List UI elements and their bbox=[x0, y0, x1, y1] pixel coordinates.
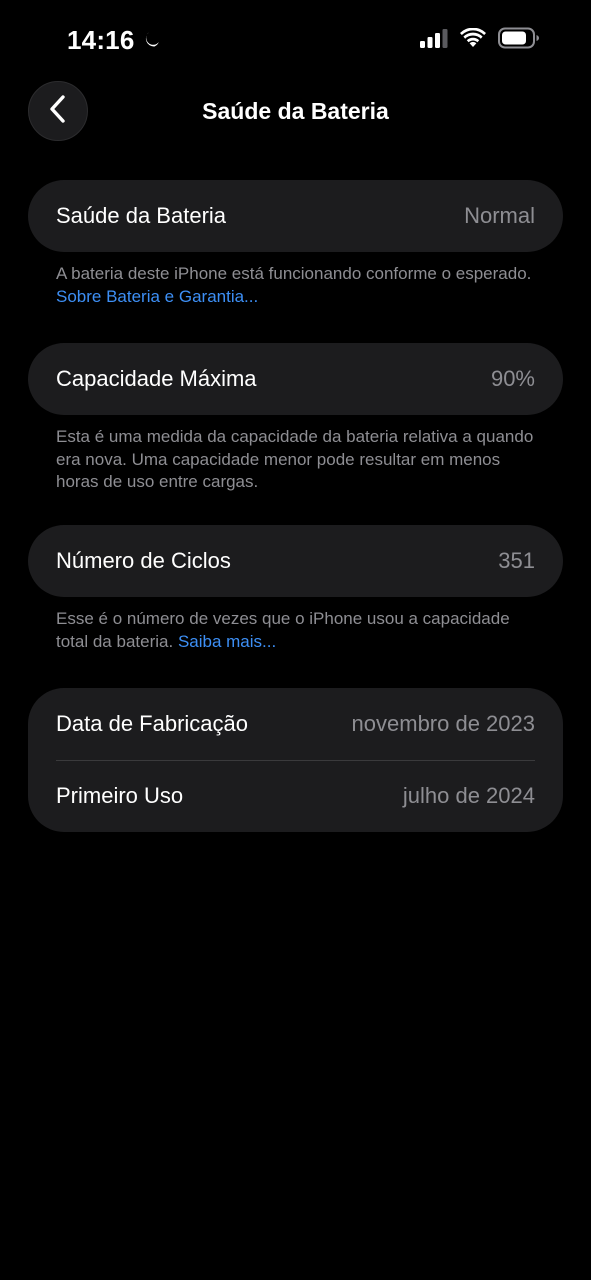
first-use-label: Primeiro Uso bbox=[56, 783, 184, 808]
battery-health-card: Saúde da Bateria Normal bbox=[28, 180, 563, 252]
cycle-count-footnote-text: Esse é o número de vezes que o iPhone us… bbox=[56, 609, 510, 651]
cycle-count-value: 351 bbox=[498, 548, 535, 573]
first-use-value: julho de 2024 bbox=[402, 783, 535, 808]
status-indicators bbox=[420, 27, 540, 54]
moon-icon bbox=[141, 30, 161, 50]
battery-warranty-link[interactable]: Sobre Bateria e Garantia... bbox=[56, 287, 258, 306]
manufacture-date-value: novembro de 2023 bbox=[351, 711, 535, 736]
learn-more-link[interactable]: Saiba mais... bbox=[178, 632, 276, 651]
battery-icon bbox=[498, 27, 540, 54]
max-capacity-value: 90% bbox=[490, 366, 535, 391]
cycle-count-label: Número de Ciclos bbox=[56, 548, 231, 573]
navigation-bar: Saúde da Bateria bbox=[0, 80, 591, 142]
status-time-group: 14:16 bbox=[67, 24, 161, 56]
max-capacity-footnote: Esta é uma medida da capacidade da bater… bbox=[56, 426, 546, 494]
battery-health-value: Normal bbox=[464, 203, 535, 228]
page-title: Saúde da Bateria bbox=[202, 98, 389, 124]
max-capacity-row: Capacidade Máxima 90% bbox=[28, 343, 563, 415]
status-bar: 14:16 bbox=[0, 0, 591, 80]
manufacture-date-row: Data de Fabricação novembro de 2023 bbox=[28, 688, 563, 760]
battery-health-row: Saúde da Bateria Normal bbox=[28, 180, 563, 252]
status-time: 14:16 bbox=[67, 25, 135, 55]
max-capacity-card: Capacidade Máxima 90% bbox=[28, 343, 563, 415]
wifi-icon bbox=[460, 27, 486, 53]
max-capacity-label: Capacidade Máxima bbox=[56, 366, 257, 391]
battery-health-label: Saúde da Bateria bbox=[56, 203, 227, 228]
cycle-count-row: Número de Ciclos 351 bbox=[28, 525, 563, 597]
first-use-row: Primeiro Uso julho de 2024 bbox=[28, 760, 563, 832]
battery-health-footnote: A bateria deste iPhone está funcionando … bbox=[56, 263, 546, 308]
cycle-count-footnote: Esse é o número de vezes que o iPhone us… bbox=[56, 608, 546, 653]
manufacture-date-label: Data de Fabricação bbox=[56, 711, 248, 736]
cycle-count-card: Número de Ciclos 351 bbox=[28, 525, 563, 597]
max-capacity-footnote-text: Esta é uma medida da capacidade da bater… bbox=[56, 427, 534, 491]
dates-card: Data de Fabricação novembro de 2023 Prim… bbox=[28, 688, 563, 832]
battery-health-footnote-text: A bateria deste iPhone está funcionando … bbox=[56, 264, 532, 283]
cellular-signal-icon bbox=[420, 28, 448, 53]
